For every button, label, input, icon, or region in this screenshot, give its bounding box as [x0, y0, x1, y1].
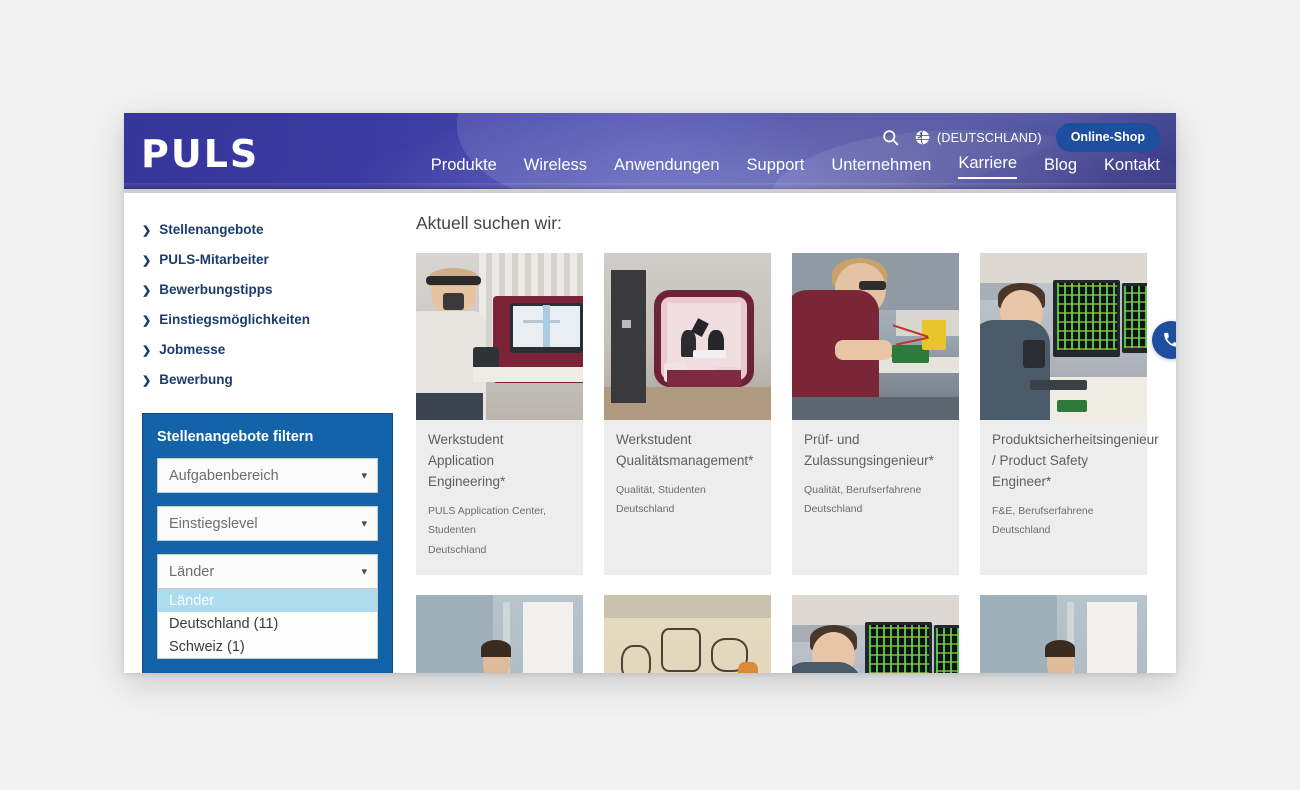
browser-page: PULS (DEUTSCHLAND) Online-Shop Produkte … [124, 113, 1176, 673]
site-header: PULS (DEUTSCHLAND) Online-Shop Produkte … [124, 113, 1176, 193]
nav-item-wireless[interactable]: Wireless [524, 156, 587, 179]
job-title: Prüf- und Zulassungsingenieur* [804, 432, 934, 468]
job-card[interactable] [792, 595, 959, 673]
job-card[interactable]: Prüf- und Zulassungsingenieur* Qualität,… [792, 253, 959, 576]
utility-row: (DEUTSCHLAND) Online-Shop [879, 123, 1160, 152]
chevron-right-icon: ❯ [142, 224, 152, 237]
job-photo-engineer-monitors [980, 253, 1147, 420]
filter-select-laender[interactable]: Länder ▾ [157, 554, 378, 589]
chevron-down-icon: ▾ [361, 565, 367, 578]
chevron-right-icon: ❯ [142, 344, 152, 357]
locale-label: (DEUTSCHLAND) [937, 130, 1042, 145]
job-meta-country: Deutschland [804, 503, 863, 516]
select-value: Länder [169, 563, 215, 580]
job-card-body: Prüf- und Zulassungsingenieur* Qualität,… [792, 420, 959, 535]
online-shop-button[interactable]: Online-Shop [1055, 123, 1160, 152]
chevron-right-icon: ❯ [142, 254, 152, 267]
job-card-body: Werkstudent Qualitätsmanagement* Qualitä… [604, 420, 771, 535]
country-dropdown-options: Länder Deutschland (11) Schweiz (1) [157, 589, 378, 659]
sidebar-item-bewerbungstipps[interactable]: ❯ Bewerbungstipps [142, 274, 412, 304]
job-meta-country: Deutschland [992, 524, 1051, 537]
sidebar-item-stellenangebote[interactable]: ❯ Stellenangebote [142, 214, 412, 244]
nav-item-kontakt[interactable]: Kontakt [1104, 156, 1160, 179]
job-meta-country: Deutschland [428, 543, 487, 556]
select-value: Einstiegslevel [169, 515, 258, 532]
sidebar-item-puls-mitarbeiter[interactable]: ❯ PULS-Mitarbeiter [142, 244, 412, 274]
nav-item-anwendungen[interactable]: Anwendungen [614, 156, 720, 179]
content-area: ❯ Stellenangebote ❯ PULS-Mitarbeiter ❯ B… [124, 193, 1176, 673]
job-photo-engineer-monitors [792, 595, 959, 673]
job-photo-call-center-employee [416, 253, 583, 420]
locale-selector[interactable]: (DEUTSCHLAND) [915, 130, 1042, 145]
sidebar-item-einstiegsmoeglichkeiten[interactable]: ❯ Einstiegsmöglichkeiten [142, 304, 412, 334]
job-title: Produktsicherheitsingenieur / Product Sa… [992, 432, 1159, 489]
job-card[interactable] [604, 595, 771, 673]
job-meta-country: Deutschland [616, 503, 675, 516]
nav-item-produkte[interactable]: Produkte [431, 156, 497, 179]
job-meta-category: PULS Application Center, Studenten [428, 504, 546, 537]
filter-panel-title: Stellenangebote filtern [157, 429, 314, 445]
chevron-down-icon: ▾ [361, 469, 367, 482]
sidebar-item-label: PULS-Mitarbeiter [159, 251, 269, 267]
sidebar-item-label: Stellenangebote [159, 221, 264, 237]
sidebar-item-label: Jobmesse [159, 341, 226, 357]
select-value: Aufgabenbereich [169, 467, 279, 484]
job-card[interactable]: Produktsicherheitsingenieur / Product Sa… [980, 253, 1159, 576]
sidebar-nav: ❯ Stellenangebote ❯ PULS-Mitarbeiter ❯ B… [142, 214, 412, 394]
job-card-body: Werkstudent Application Engineering* PUL… [416, 420, 583, 575]
job-photo-office-cabinets [416, 595, 583, 673]
job-photo-lab-technician [792, 253, 959, 420]
page-title: Aktuell suchen wir: [416, 213, 562, 233]
nav-item-blog[interactable]: Blog [1044, 156, 1077, 179]
chevron-right-icon: ❯ [142, 374, 152, 387]
chevron-right-icon: ❯ [142, 284, 152, 297]
job-meta-category: Qualität, Berufserfahrene [804, 483, 922, 496]
nav-item-unternehmen[interactable]: Unternehmen [831, 156, 931, 179]
phone-icon [1163, 332, 1176, 348]
chevron-down-icon: ▾ [361, 517, 367, 530]
job-card[interactable] [980, 595, 1147, 673]
filter-select-aufgabenbereich[interactable]: Aufgabenbereich ▾ [157, 458, 378, 493]
search-icon[interactable] [879, 127, 901, 149]
job-title: Werkstudent Qualitätsmanagement* [616, 432, 754, 468]
job-listing-grid: Werkstudent Application Engineering* PUL… [416, 253, 1159, 673]
job-filter-panel: Stellenangebote filtern Aufgabenbereich … [142, 413, 393, 673]
nav-item-support[interactable]: Support [747, 156, 805, 179]
job-card[interactable]: Werkstudent Application Engineering* PUL… [416, 253, 583, 576]
nav-item-karriere[interactable]: Karriere [958, 154, 1017, 179]
job-photo-graffiti-wall [604, 595, 771, 673]
sidebar-item-jobmesse[interactable]: ❯ Jobmesse [142, 334, 412, 364]
sidebar: ❯ Stellenangebote ❯ PULS-Mitarbeiter ❯ B… [124, 193, 412, 673]
job-meta-category: Qualität, Studenten [616, 483, 706, 496]
job-card[interactable]: Werkstudent Qualitätsmanagement* Qualitä… [604, 253, 771, 576]
main-navigation: Produkte Wireless Anwendungen Support Un… [431, 154, 1160, 179]
country-option-deutschland[interactable]: Deutschland (11) [158, 612, 377, 635]
job-photo-office-cabinets [980, 595, 1147, 673]
sidebar-item-label: Bewerbungstipps [159, 281, 273, 297]
job-meta-category: F&E, Berufserfahrene [992, 504, 1094, 517]
country-option-laender[interactable]: Länder [158, 589, 377, 612]
globe-icon [915, 130, 930, 145]
job-card-body: Produktsicherheitsingenieur / Product Sa… [980, 420, 1159, 556]
sidebar-item-bewerbung[interactable]: ❯ Bewerbung [142, 364, 412, 394]
job-title: Werkstudent Application Engineering* [428, 432, 506, 489]
sidebar-item-label: Bewerbung [159, 371, 233, 387]
chevron-right-icon: ❯ [142, 314, 152, 327]
filter-select-einstiegslevel[interactable]: Einstiegslevel ▾ [157, 506, 378, 541]
sidebar-item-label: Einstiegsmöglichkeiten [159, 311, 311, 327]
country-option-schweiz[interactable]: Schweiz (1) [158, 635, 377, 658]
main-column: Aktuell suchen wir: Werkstudent Applicat… [412, 193, 1176, 673]
job-photo-meeting-pod [604, 253, 771, 420]
puls-logo[interactable]: PULS [141, 135, 259, 173]
job-card[interactable] [416, 595, 583, 673]
